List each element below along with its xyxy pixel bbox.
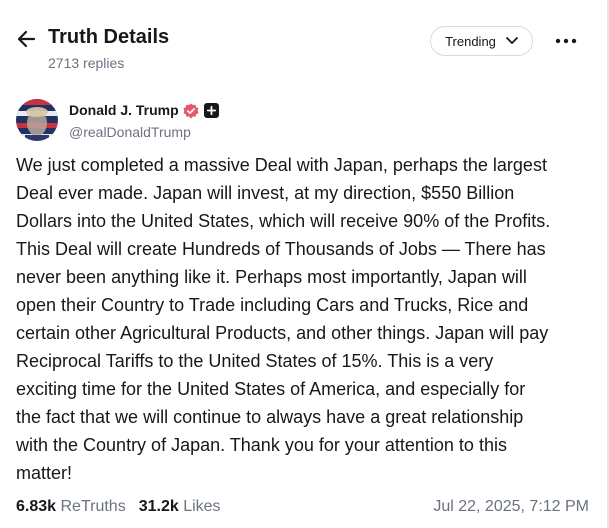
sort-label: Trending (445, 33, 496, 49)
retruths-count: 6.83k (16, 498, 57, 515)
sort-dropdown[interactable]: Trending (430, 26, 533, 56)
chevron-down-icon (506, 37, 518, 44)
post-stats: 6.83k ReTruths 31.2k Likes (16, 498, 221, 516)
back-arrow-icon (17, 30, 36, 48)
post-text-line: never been anything like it. Perhaps mos… (16, 267, 527, 287)
post-text-line: the fact that we will continue to always… (16, 407, 524, 427)
replies-count: 2713 replies (48, 55, 125, 71)
likes-count: 31.2k (138, 498, 179, 515)
likes-stat[interactable]: 31.2k Likes (139, 498, 221, 516)
post-text-line: Reciprocal Tariffs to the United States … (16, 351, 494, 371)
post-text-line: with the Country of Japan. Thank you for… (16, 435, 507, 455)
plus-badge-icon (204, 103, 219, 118)
post-text-line: Deal ever made. Japan will invest, at my… (16, 183, 515, 203)
more-options-button[interactable] (554, 30, 578, 52)
post-text-line: We just completed a massive Deal with Ja… (16, 155, 547, 175)
verified-badge-icon (183, 103, 199, 119)
post-text-line: open their Country to Trade including Ca… (16, 295, 529, 315)
post-timestamp[interactable]: Jul 22, 2025, 7:12 PM (433, 498, 589, 516)
likes-label: Likes (183, 498, 221, 515)
author-name[interactable]: Donald J. Trump (69, 102, 179, 118)
more-dots-icon (555, 38, 577, 44)
post-text-line: Dollars into the United States, which wi… (16, 211, 551, 231)
back-button[interactable] (16, 28, 38, 50)
page-title: Truth Details (48, 26, 170, 48)
post-text-line: exciting time for the United States of A… (16, 379, 526, 399)
author-handle[interactable]: @realDonaldTrump (69, 124, 191, 140)
post-text-line: This Deal will create Hundreds of Thousa… (16, 239, 546, 259)
retruths-label: ReTruths (60, 498, 126, 515)
post-text-line: certain other Agricultural Products, and… (16, 323, 549, 343)
post-body: We just completed a massive Deal with Ja… (16, 151, 596, 487)
avatar[interactable] (16, 99, 58, 141)
page-header: Truth Details 2713 replies Trending (0, 0, 607, 90)
post-text-line: matter! (16, 463, 73, 483)
retruths-stat[interactable]: 6.83k ReTruths (16, 498, 126, 516)
